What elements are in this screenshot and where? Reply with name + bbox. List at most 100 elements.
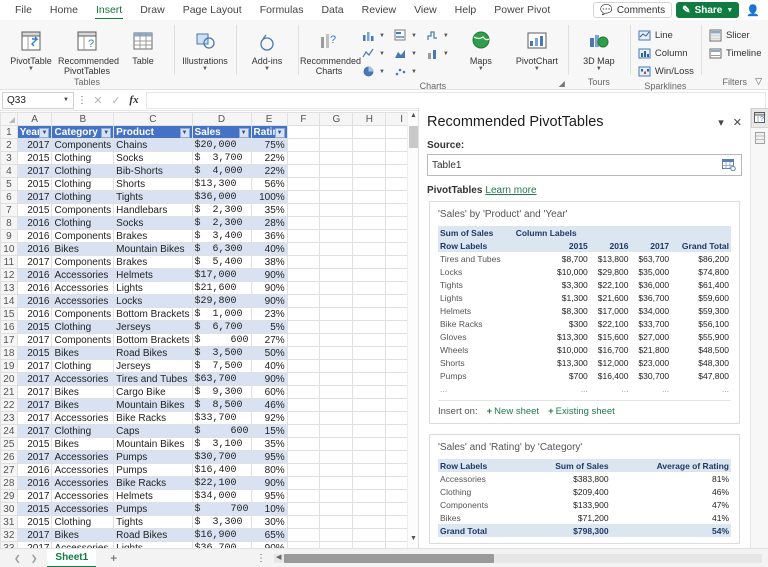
grid-row[interactable]: 10 2016 Bikes Mountain Bikes $ 6,300 40% xyxy=(0,242,418,256)
cell-empty[interactable] xyxy=(352,320,387,334)
cell-rating[interactable]: 90% xyxy=(250,281,288,295)
cell-category[interactable]: Clothing xyxy=(51,515,115,529)
cell-empty[interactable] xyxy=(319,385,354,399)
ribbon-collapse-icon[interactable]: ▽ xyxy=(755,76,762,87)
cell-sales[interactable]: $ 5,400 xyxy=(191,255,252,269)
cell-empty[interactable] xyxy=(286,463,321,477)
spreadsheet-grid[interactable]: A B C D E F G H I 1 Year ▼ Category ▼ Pr… xyxy=(0,112,418,548)
cell-product[interactable]: Brakes xyxy=(113,255,193,269)
grid-row[interactable]: 6 2017 Clothing Tights $36,000 100% xyxy=(0,190,418,204)
grid-row[interactable]: 15 2016 Components Bottom Brackets $ 1,000 23… xyxy=(0,307,418,321)
cell-rating[interactable]: 65% xyxy=(250,528,288,542)
cell-year[interactable]: 2017 xyxy=(16,424,53,438)
cell-product[interactable]: Locks xyxy=(113,294,193,308)
charts-dialog-launcher-icon[interactable]: ◢ xyxy=(559,79,565,88)
cell-empty[interactable] xyxy=(352,502,387,516)
cancel-icon[interactable]: ✕ xyxy=(90,94,106,107)
row-header[interactable]: 20 xyxy=(0,372,18,386)
grid-row[interactable]: 26 2017 Accessories Pumps $30,700 95% xyxy=(0,450,418,464)
cell-product[interactable]: Handlebars xyxy=(113,203,193,217)
cell-product[interactable]: Socks xyxy=(113,151,193,165)
cell-empty[interactable] xyxy=(319,424,354,438)
scroll-up-icon[interactable]: ▲ xyxy=(408,112,418,125)
cell-sales[interactable]: $ 600 xyxy=(191,424,252,438)
chevron-down-icon[interactable]: ▼ xyxy=(411,69,417,75)
cell-year[interactable]: 2016 xyxy=(16,242,53,256)
cell-sales[interactable]: $63,700 xyxy=(191,372,252,386)
cell-empty[interactable] xyxy=(319,359,354,373)
cell-empty[interactable] xyxy=(319,502,354,516)
cell-category[interactable]: Accessories xyxy=(51,294,115,308)
cell-empty[interactable] xyxy=(286,281,321,295)
cell-rating[interactable]: 95% xyxy=(250,450,288,464)
row-header[interactable]: 28 xyxy=(0,476,18,490)
cell-sales[interactable]: $ 3,400 xyxy=(191,229,252,243)
chevron-down-icon[interactable]: ▼ xyxy=(478,66,484,72)
table-header-category[interactable]: Category ▼ xyxy=(51,125,115,139)
slicer-button[interactable]: Slicer xyxy=(705,27,765,44)
cell-category[interactable]: Bikes xyxy=(51,385,115,399)
cell-year[interactable]: 2017 xyxy=(16,385,53,399)
cell-empty[interactable] xyxy=(319,372,354,386)
cell-category[interactable]: Accessories xyxy=(51,502,115,516)
tab-review[interactable]: Review xyxy=(353,0,405,20)
cell-empty[interactable] xyxy=(319,320,354,334)
cell-year[interactable]: 2016 xyxy=(16,463,53,477)
cell-sales[interactable]: $ 700 xyxy=(191,502,252,516)
cell-product[interactable]: Shorts xyxy=(113,177,193,191)
row-header[interactable]: 30 xyxy=(0,502,18,516)
cell-sales[interactable]: $ 1,000 xyxy=(191,307,252,321)
cell-empty[interactable] xyxy=(352,359,387,373)
sparkline-winloss-button[interactable]: Win/Loss xyxy=(634,63,697,80)
grid-row[interactable]: 9 2016 Components Brakes $ 3,400 36% xyxy=(0,229,418,243)
cell-F1[interactable] xyxy=(286,125,321,139)
timeline-button[interactable]: Timeline xyxy=(705,45,765,62)
cell-sales[interactable]: $ 3,100 xyxy=(191,437,252,451)
cell-category[interactable]: Clothing xyxy=(51,320,115,334)
cell-year[interactable]: 2015 xyxy=(16,151,53,165)
cell-year[interactable]: 2017 xyxy=(16,359,53,373)
sparkline-line-button[interactable]: Line xyxy=(634,27,697,44)
cell-rating[interactable]: 23% xyxy=(250,307,288,321)
grid-row[interactable]: 29 2017 Accessories Helmets $34,000 95% xyxy=(0,489,418,503)
cell-empty[interactable] xyxy=(352,216,387,230)
cell-year[interactable]: 2017 xyxy=(16,255,53,269)
cell-sales[interactable]: $ 6,700 xyxy=(191,320,252,334)
cell-sales[interactable]: $ 3,700 xyxy=(191,151,252,165)
cell-rating[interactable]: 40% xyxy=(250,359,288,373)
cell-empty[interactable] xyxy=(319,216,354,230)
cell-year[interactable]: 2016 xyxy=(16,216,53,230)
cell-empty[interactable] xyxy=(352,437,387,451)
sheet-nav-arrows[interactable]: ❮ ❯ xyxy=(0,554,47,563)
cell-category[interactable]: Bikes xyxy=(51,437,115,451)
cell-empty[interactable] xyxy=(286,385,321,399)
cell-empty[interactable] xyxy=(319,255,354,269)
cell-empty[interactable] xyxy=(319,307,354,321)
grid-row[interactable]: 16 2015 Clothing Jerseys $ 6,700 5% xyxy=(0,320,418,334)
row-header[interactable]: 2 xyxy=(0,138,18,152)
cell-year[interactable]: 2016 xyxy=(16,229,53,243)
cell-category[interactable]: Components xyxy=(51,203,115,217)
chevron-down-icon[interactable]: ▼ xyxy=(379,51,385,57)
cell-year[interactable]: 2015 xyxy=(16,346,53,360)
grid-row[interactable]: 2 2017 Components Chains $20,000 75% xyxy=(0,138,418,152)
table-button[interactable]: Table xyxy=(116,25,170,66)
scroll-down-icon[interactable]: ▼ xyxy=(408,535,418,548)
cell-sales[interactable]: $22,100 xyxy=(191,476,252,490)
cell-product[interactable]: Bib-Shorts xyxy=(113,164,193,178)
pivotchart-button[interactable]: PivotChart ▼ xyxy=(510,25,564,72)
column-header-F[interactable]: F xyxy=(286,112,321,126)
cell-sales[interactable]: $ 2,300 xyxy=(191,216,252,230)
cell-empty[interactable] xyxy=(319,164,354,178)
cell-empty[interactable] xyxy=(286,203,321,217)
cell-empty[interactable] xyxy=(319,268,354,282)
cell-empty[interactable] xyxy=(319,398,354,412)
cell-empty[interactable] xyxy=(319,346,354,360)
next-sheet-icon[interactable]: ❯ xyxy=(31,554,38,563)
cell-year[interactable]: 2017 xyxy=(16,333,53,347)
cell-empty[interactable] xyxy=(286,229,321,243)
cell-rating[interactable]: 46% xyxy=(250,398,288,412)
grid-row[interactable]: 20 2017 Accessories Tires and Tubes $63,700 9… xyxy=(0,372,418,386)
cell-empty[interactable] xyxy=(319,515,354,529)
cell-empty[interactable] xyxy=(352,346,387,360)
